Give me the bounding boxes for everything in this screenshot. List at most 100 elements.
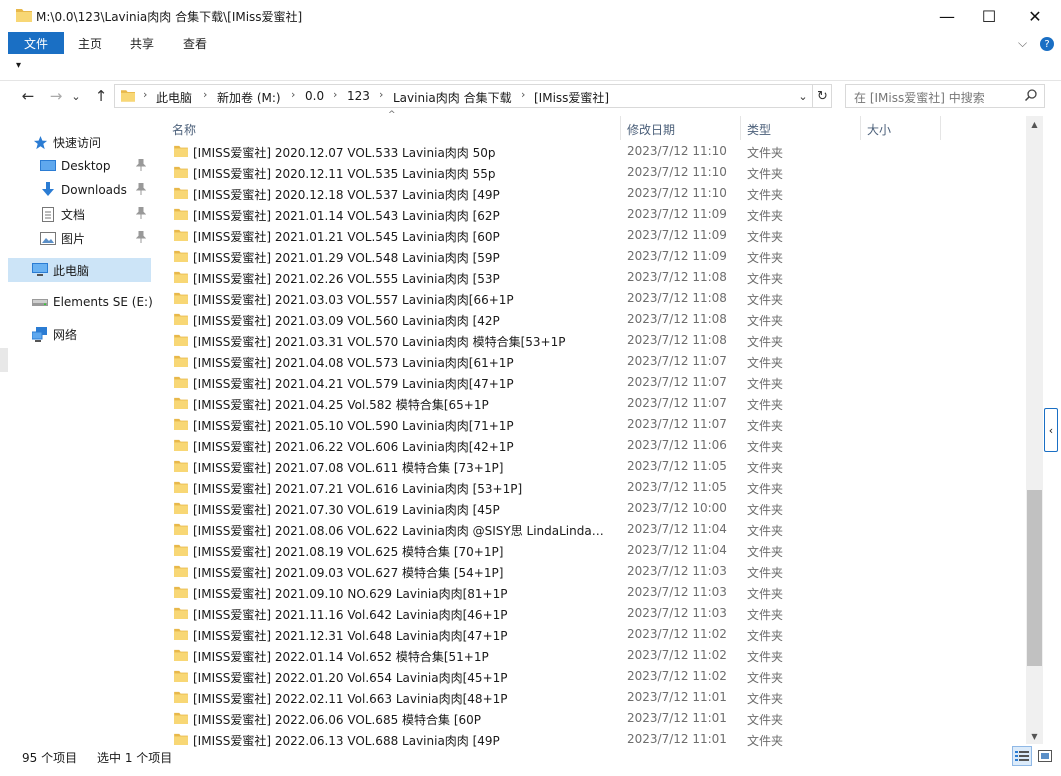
file-row[interactable]: [IMISS爱蜜社] 2021.04.25 Vol.582 模特合集[65+1P… (166, 393, 1026, 414)
breadcrumb-separator[interactable]: › (143, 88, 147, 101)
file-row[interactable]: [IMISS爱蜜社] 2022.06.06 VOL.685 模特合集 [60P 2… (166, 708, 1026, 729)
nav-downloads[interactable]: Downloads (0, 178, 152, 202)
file-row[interactable]: [IMISS爱蜜社] 2021.01.29 VOL.548 Lavinia肉肉 … (166, 246, 1026, 267)
address-bar[interactable]: › 此电脑 › 新加卷 (M:) › 0.0 › 123 › Lavinia肉肉… (114, 84, 832, 108)
column-size[interactable]: 大小 (867, 121, 891, 138)
pin-icon[interactable] (135, 182, 147, 198)
nav-network[interactable]: 网络 (0, 322, 152, 346)
vertical-scrollbar[interactable]: ▲ ▼ (1026, 116, 1043, 744)
breadcrumb-separator[interactable]: › (521, 88, 525, 101)
nav-label: 图片 (61, 231, 86, 246)
forward-button[interactable]: → (45, 86, 67, 106)
file-date: 2023/7/12 11:10 (627, 186, 727, 200)
tab-file[interactable]: 文件 (8, 32, 64, 54)
breadcrumb-volume[interactable]: 新加卷 (M:) (217, 89, 281, 106)
nav-label: 文档 (61, 207, 86, 222)
column-date[interactable]: 修改日期 (627, 121, 675, 138)
file-row[interactable]: [IMISS爱蜜社] 2021.05.10 VOL.590 Lavinia肉肉[… (166, 414, 1026, 435)
column-divider[interactable] (940, 116, 941, 140)
file-row[interactable]: [IMISS爱蜜社] 2021.01.21 VOL.545 Lavinia肉肉 … (166, 225, 1026, 246)
column-divider[interactable] (740, 116, 741, 140)
file-date: 2023/7/12 11:09 (627, 207, 727, 221)
tab-home[interactable]: 主页 (78, 32, 102, 54)
nav-pictures[interactable]: 图片 (0, 226, 152, 250)
file-name: [IMISS爱蜜社] 2021.07.30 VOL.619 Lavinia肉肉 … (193, 503, 500, 517)
file-row[interactable]: [IMISS爱蜜社] 2021.08.06 VOL.622 Lavinia肉肉 … (166, 519, 1026, 540)
folder-icon (174, 166, 188, 178)
tab-view[interactable]: 查看 (183, 32, 207, 54)
file-row[interactable]: [IMISS爱蜜社] 2021.06.22 VOL.606 Lavinia肉肉[… (166, 435, 1026, 456)
scroll-up-arrow[interactable]: ▲ (1026, 116, 1043, 132)
large-icons-view-button[interactable] (1035, 746, 1055, 766)
file-row[interactable]: [IMISS爱蜜社] 2021.02.26 VOL.555 Lavinia肉肉 … (166, 267, 1026, 288)
file-row[interactable]: [IMISS爱蜜社] 2022.01.20 Vol.654 Lavinia肉肉[… (166, 666, 1026, 687)
file-row[interactable]: [IMISS爱蜜社] 2021.07.30 VOL.619 Lavinia肉肉 … (166, 498, 1026, 519)
file-row[interactable]: [IMISS爱蜜社] 2022.01.14 Vol.652 模特合集[51+1P… (166, 645, 1026, 666)
file-row[interactable]: [IMISS爱蜜社] 2021.09.10 NO.629 Lavinia肉肉[8… (166, 582, 1026, 603)
file-date: 2023/7/12 11:05 (627, 459, 727, 473)
column-type[interactable]: 类型 (747, 121, 771, 138)
file-row[interactable]: [IMISS爱蜜社] 2021.11.16 Vol.642 Lavinia肉肉[… (166, 603, 1026, 624)
breadcrumb-folder-lavinia[interactable]: Lavinia肉肉 合集下载 (393, 89, 512, 106)
file-row[interactable]: [IMISS爱蜜社] 2021.08.19 VOL.625 模特合集 [70+1… (166, 540, 1026, 561)
breadcrumb-folder-0-0[interactable]: 0.0 (305, 89, 324, 103)
search-icon[interactable] (1024, 88, 1038, 102)
preview-pane-toggle[interactable]: ‹ (1044, 408, 1058, 452)
scroll-thumb[interactable] (1027, 490, 1042, 666)
file-row[interactable]: [IMISS爱蜜社] 2022.02.11 Vol.663 Lavinia肉肉[… (166, 687, 1026, 708)
back-button[interactable]: ← (17, 86, 39, 106)
search-input[interactable]: 在 [IMiss爱蜜社] 中搜索 (854, 89, 985, 106)
scroll-down-arrow[interactable]: ▼ (1026, 728, 1043, 744)
nav-quick-access[interactable]: 快速访问 (0, 130, 152, 154)
nav-this-pc[interactable]: 此电脑 (8, 258, 151, 282)
breadcrumb-separator[interactable]: › (379, 88, 383, 101)
file-row[interactable]: [IMISS爱蜜社] 2021.12.31 Vol.648 Lavinia肉肉[… (166, 624, 1026, 645)
file-name: [IMISS爱蜜社] 2020.12.11 VOL.535 Lavinia肉肉 … (193, 167, 496, 181)
splitter-handle[interactable] (0, 348, 8, 372)
breadcrumb-separator[interactable]: › (333, 88, 337, 101)
ribbon-expand-icon[interactable]: ⌵ (1018, 36, 1027, 51)
file-row[interactable]: [IMISS爱蜜社] 2021.07.08 VOL.611 模特合集 [73+1… (166, 456, 1026, 477)
file-row[interactable]: [IMISS爱蜜社] 2021.03.31 VOL.570 Lavinia肉肉 … (166, 330, 1026, 351)
column-divider[interactable] (860, 116, 861, 140)
file-row[interactable]: [IMISS爱蜜社] 2021.01.14 VOL.543 Lavinia肉肉 … (166, 204, 1026, 225)
address-dropdown-icon[interactable]: ⌄ (794, 85, 812, 107)
minimize-button[interactable]: — (924, 0, 970, 32)
file-row[interactable]: [IMISS爱蜜社] 2021.09.03 VOL.627 模特合集 [54+1… (166, 561, 1026, 582)
customize-toolbar-button[interactable]: ▾ (16, 60, 21, 71)
pin-icon[interactable] (135, 158, 147, 174)
file-row[interactable]: [IMISS爱蜜社] 2021.03.09 VOL.560 Lavinia肉肉 … (166, 309, 1026, 330)
folder-icon (174, 271, 188, 283)
column-name[interactable]: 名称 (172, 121, 196, 138)
nav-desktop[interactable]: Desktop (0, 154, 152, 178)
up-button[interactable]: ↑ (90, 86, 112, 106)
file-row[interactable]: [IMISS爱蜜社] 2020.12.18 VOL.537 Lavinia肉肉 … (166, 183, 1026, 204)
file-row[interactable]: [IMISS爱蜜社] 2020.12.11 VOL.535 Lavinia肉肉 … (166, 162, 1026, 183)
search-box[interactable]: 在 [IMiss爱蜜社] 中搜索 (845, 84, 1045, 108)
nav-documents[interactable]: 文档 (0, 202, 152, 226)
file-row[interactable]: [IMISS爱蜜社] 2021.04.21 VOL.579 Lavinia肉肉[… (166, 372, 1026, 393)
breadcrumb-this-pc[interactable]: 此电脑 (156, 89, 192, 106)
pin-icon[interactable] (135, 230, 147, 246)
breadcrumb-separator[interactable]: › (291, 88, 295, 101)
column-divider[interactable] (620, 116, 621, 140)
tab-share[interactable]: 共享 (130, 32, 154, 54)
help-icon[interactable]: ? (1040, 37, 1054, 51)
file-row[interactable]: [IMISS爱蜜社] 2021.03.03 VOL.557 Lavinia肉肉[… (166, 288, 1026, 309)
details-view-button[interactable] (1012, 746, 1032, 766)
breadcrumb-folder-imiss[interactable]: [IMiss爱蜜社] (534, 89, 609, 106)
maximize-button[interactable]: ☐ (966, 0, 1012, 32)
pin-icon[interactable] (135, 206, 147, 222)
nav-elements-drive[interactable]: Elements SE (E:) (0, 290, 153, 314)
file-row[interactable]: [IMISS爱蜜社] 2021.04.08 VOL.573 Lavinia肉肉[… (166, 351, 1026, 372)
close-button[interactable]: ✕ (1012, 0, 1058, 32)
recent-locations-button[interactable]: ⌄ (69, 86, 83, 106)
file-row[interactable]: [IMISS爱蜜社] 2020.12.07 VOL.533 Lavinia肉肉 … (166, 141, 1026, 162)
breadcrumb-folder-123[interactable]: 123 (347, 89, 370, 103)
computer-icon (32, 262, 48, 278)
file-row[interactable]: [IMISS爱蜜社] 2021.07.21 VOL.616 Lavinia肉肉 … (166, 477, 1026, 498)
file-type: 文件夹 (747, 629, 784, 643)
breadcrumb-separator[interactable]: › (203, 88, 207, 101)
file-type: 文件夹 (747, 713, 784, 727)
refresh-icon[interactable]: ↻ (812, 85, 832, 107)
